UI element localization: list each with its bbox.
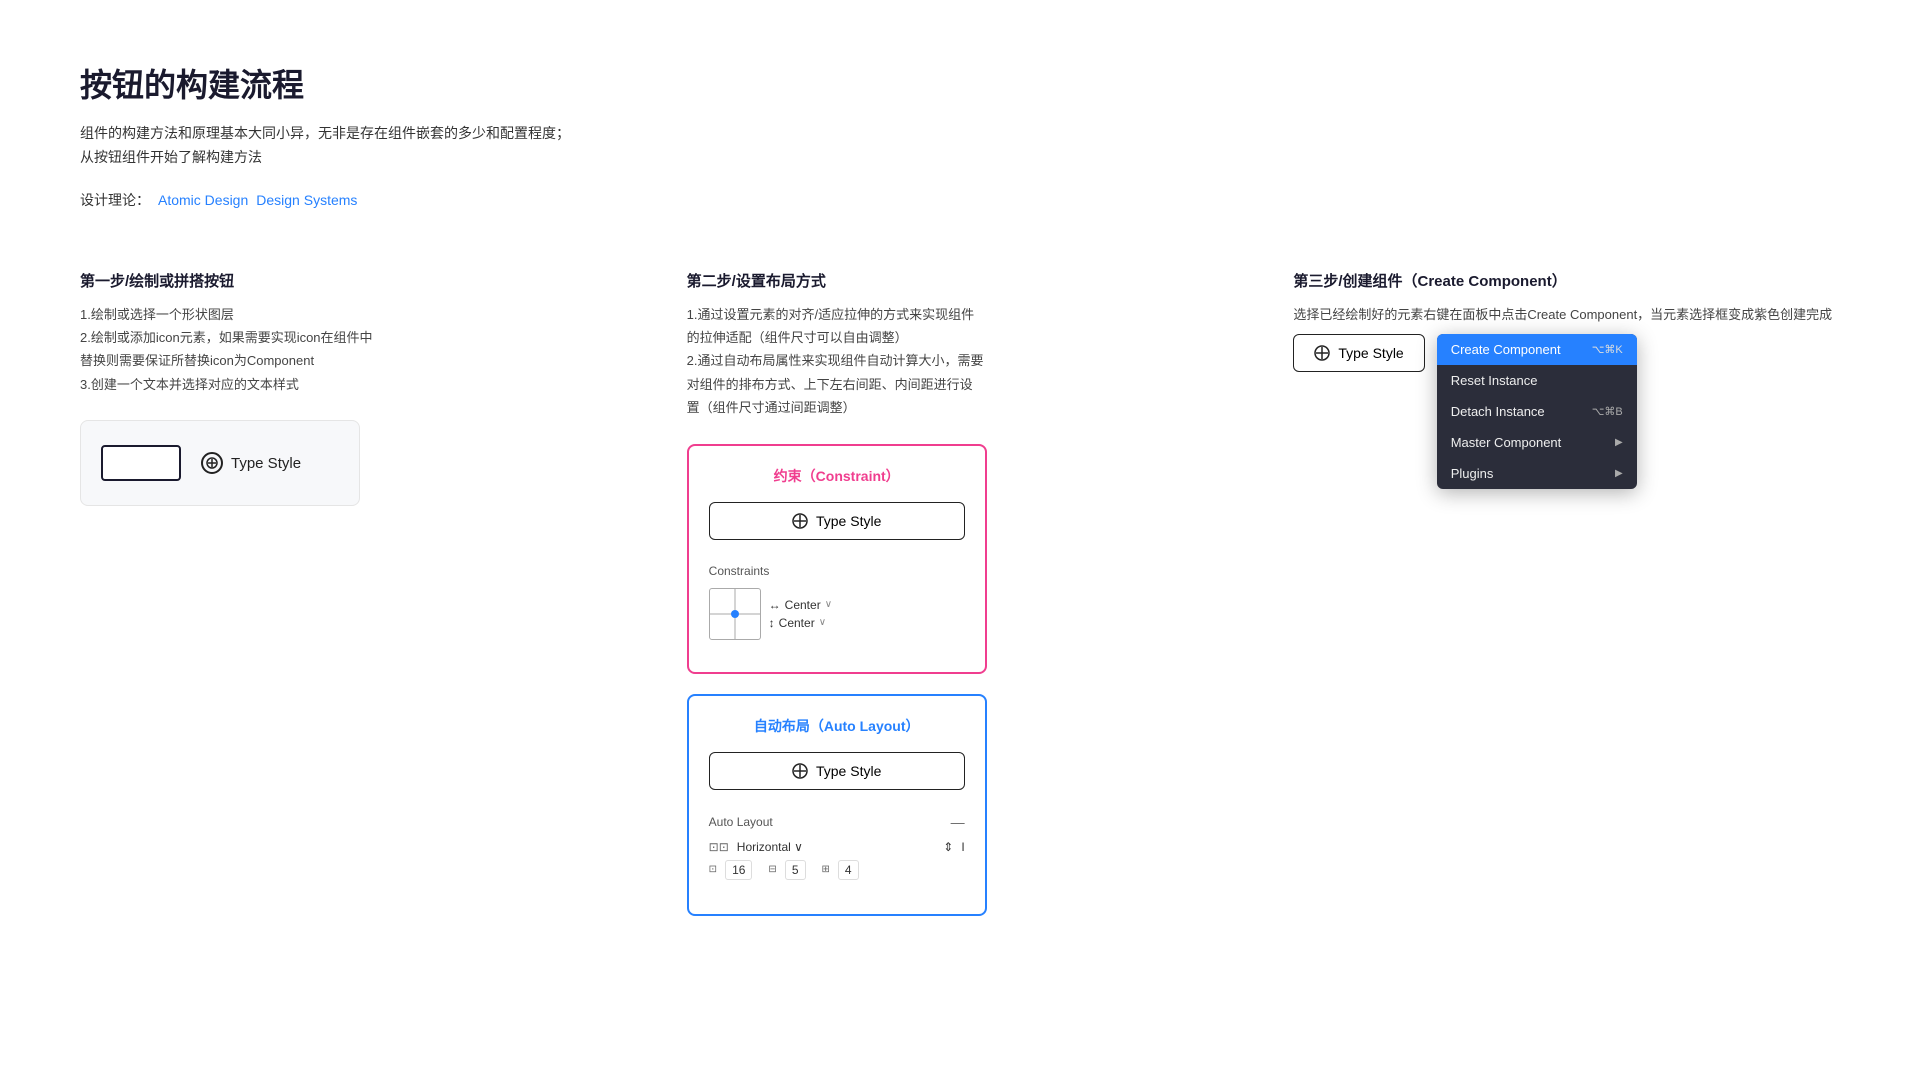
- step2-title: 第二步/设置布局方式: [687, 270, 1234, 291]
- al-direction-label[interactable]: Horizontal ∨: [737, 840, 803, 854]
- menu-item-plugins[interactable]: Plugins ▶: [1437, 458, 1637, 489]
- step1-card: Type Style: [80, 420, 360, 506]
- constraint-v-select[interactable]: ↕ Center ∨: [769, 616, 832, 630]
- constraint-btn-label: Type Style: [816, 513, 881, 529]
- step1-line1: 1.绘制或选择一个形状图层: [80, 303, 627, 326]
- step1-btn-label: Type Style: [231, 455, 301, 472]
- autolayout-panel: Auto Layout — ⊡⊡ Horizontal ∨ ⇕ I ⊡ 16 ⊟…: [709, 806, 965, 894]
- step2-desc: 1.通过设置元素的对齐/适应拉伸的方式来实现组件的拉伸适配（组件尺寸可以自由调整…: [687, 303, 1234, 420]
- step1-type-style-btn: Type Style: [201, 452, 301, 474]
- al-spacing-icon: ⇕: [943, 840, 953, 854]
- step3-type-style-btn[interactable]: Type Style: [1293, 334, 1424, 372]
- al-value2[interactable]: 5: [785, 860, 806, 880]
- type-style-icon: [201, 452, 223, 474]
- menu-item-label-reset: Reset Instance: [1451, 373, 1538, 388]
- constraint-btn[interactable]: Type Style: [709, 502, 965, 540]
- context-menu: Create Component ⌥⌘K Reset Instance Deta…: [1437, 334, 1637, 489]
- constraint-h-arrow: ↔: [769, 598, 781, 612]
- al-icon2: ⊟: [768, 864, 776, 875]
- al-spacing-icon2: I: [961, 840, 964, 854]
- menu-item-reset-instance[interactable]: Reset Instance: [1437, 365, 1637, 396]
- autolayout-card: 自动布局（Auto Layout） Type Style Auto Layout…: [687, 694, 987, 916]
- menu-shortcut-create: ⌥⌘K: [1592, 343, 1623, 356]
- step1-rectangle: [101, 445, 181, 481]
- menu-item-label-master: Master Component: [1451, 435, 1562, 450]
- al-value1[interactable]: 16: [725, 860, 752, 880]
- al-value3[interactable]: 4: [838, 860, 859, 880]
- autolayout-header: Auto Layout —: [709, 814, 965, 830]
- step2-line1: 1.通过设置元素的对齐/适应拉伸的方式来实现组件的拉伸适配（组件尺寸可以自由调整…: [687, 303, 1234, 350]
- constraint-dropdowns: ↔ Center ∨ ↕ Center ∨: [769, 598, 832, 630]
- theory-label: 设计理论：: [80, 190, 150, 210]
- page-title: 按钮的构建流程: [80, 60, 1840, 106]
- constraint-card: 约束（Constraint） Type Style Constraints: [687, 444, 987, 674]
- menu-item-label-plugins: Plugins: [1451, 466, 1494, 481]
- step2: 第二步/设置布局方式 1.通过设置元素的对齐/适应拉伸的方式来实现组件的拉伸适配…: [687, 270, 1234, 916]
- menu-item-master-component[interactable]: Master Component ▶: [1437, 427, 1637, 458]
- step3-title: 第三步/创建组件（Create Component）: [1293, 270, 1840, 291]
- autolayout-panel-label: Auto Layout: [709, 815, 773, 829]
- menu-item-label-detach: Detach Instance: [1451, 404, 1545, 419]
- al-values-row: ⊡ 16 ⊟ 5 ⊞ 4: [709, 860, 965, 880]
- al-grid-icon: ⊡⊡: [709, 840, 729, 854]
- constraint-v-chevron: ∨: [819, 617, 826, 628]
- menu-shortcut-detach: ⌥⌘B: [1592, 405, 1623, 418]
- step3: 第三步/创建组件（Create Component） 选择已经绘制好的元素右键在…: [1293, 270, 1840, 489]
- step1-line2: 2.绘制或添加icon元素，如果需要实现icon在组件中替换则需要保证所替换ic…: [80, 326, 627, 373]
- menu-arrow-plugins: ▶: [1615, 468, 1623, 479]
- constraint-box: [709, 588, 761, 640]
- autolayout-btn[interactable]: Type Style: [709, 752, 965, 790]
- step1-title: 第一步/绘制或拼搭按钮: [80, 270, 627, 291]
- constraint-v-value: Center: [779, 616, 815, 630]
- page-description: 组件的构建方法和原理基本大同小异，无非是存在组件嵌套的多少和配置程度；从按钮组件…: [80, 122, 580, 170]
- step1: 第一步/绘制或拼搭按钮 1.绘制或选择一个形状图层 2.绘制或添加icon元素，…: [80, 270, 627, 507]
- menu-item-create-component[interactable]: Create Component ⌥⌘K: [1437, 334, 1637, 365]
- al-icon3: ⊞: [822, 864, 830, 875]
- center-dot: [731, 610, 739, 618]
- autolayout-title: 自动布局（Auto Layout）: [709, 716, 965, 736]
- step2-cards: 约束（Constraint） Type Style Constraints: [687, 444, 987, 916]
- constraints-panel: Constraints ↔ Center ∨: [709, 556, 965, 652]
- step1-line3: 3.创建一个文本并选择对应的文本样式: [80, 373, 627, 396]
- step3-ui: Type Style Create Component ⌥⌘K Reset In…: [1293, 334, 1840, 489]
- constraint-v-arrow: ↕: [769, 616, 775, 630]
- step3-btn-label: Type Style: [1338, 345, 1403, 361]
- al-direction-row: ⊡⊡ Horizontal ∨ ⇕ I: [709, 840, 965, 854]
- menu-item-label-create: Create Component: [1451, 342, 1561, 357]
- menu-arrow-master: ▶: [1615, 437, 1623, 448]
- atomic-design-link[interactable]: Atomic Design: [158, 192, 248, 208]
- constraint-title: 约束（Constraint）: [709, 466, 965, 486]
- constraint-h-select[interactable]: ↔ Center ∨: [769, 598, 832, 612]
- step2-line2: 2.通过自动布局属性来实现组件自动计算大小，需要对组件的排布方式、上下左右间距、…: [687, 349, 1234, 419]
- menu-item-detach-instance[interactable]: Detach Instance ⌥⌘B: [1437, 396, 1637, 427]
- constraint-h-chevron: ∨: [825, 599, 832, 610]
- theory-row: 设计理论： Atomic Design Design Systems: [80, 190, 1840, 210]
- constraint-visual: ↔ Center ∨ ↕ Center ∨: [709, 588, 965, 640]
- constraint-h-value: Center: [785, 598, 821, 612]
- autolayout-btn-label: Type Style: [816, 763, 881, 779]
- steps-row: 第一步/绘制或拼搭按钮 1.绘制或选择一个形状图层 2.绘制或添加icon元素，…: [80, 270, 1840, 916]
- al-icon1: ⊡: [709, 864, 717, 875]
- design-systems-link[interactable]: Design Systems: [256, 192, 357, 208]
- step3-desc: 选择已经绘制好的元素右键在面板中点击Create Component，当元素选择…: [1293, 303, 1840, 326]
- autolayout-minus: —: [951, 814, 965, 830]
- step1-desc: 1.绘制或选择一个形状图层 2.绘制或添加icon元素，如果需要实现icon在组…: [80, 303, 627, 397]
- constraints-panel-label: Constraints: [709, 564, 965, 578]
